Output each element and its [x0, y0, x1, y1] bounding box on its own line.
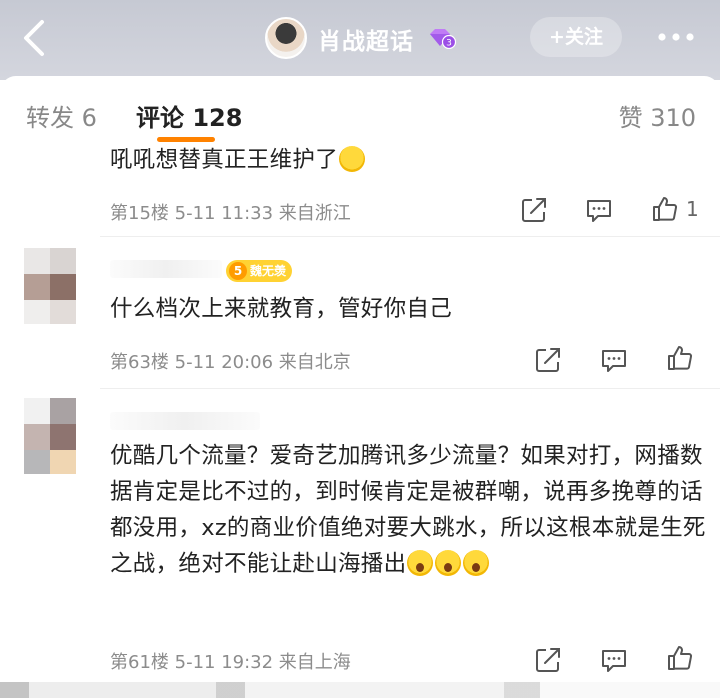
- comment-meta: 第61楼 5-11 19:32 来自上海: [110, 652, 351, 673]
- share-icon[interactable]: [533, 645, 563, 675]
- svg-text:3: 3: [446, 39, 452, 49]
- reply-icon[interactable]: [584, 195, 614, 225]
- reply-icon[interactable]: [599, 345, 629, 375]
- tab-like[interactable]: 赞 310: [619, 98, 696, 133]
- back-arrow-icon[interactable]: [18, 16, 52, 60]
- comment-text: 吼吼想替真正王维护了: [110, 142, 710, 178]
- tab-comment[interactable]: 评论 128: [136, 98, 242, 133]
- shocked-emoji-icon: [435, 550, 462, 576]
- username-blurred[interactable]: [110, 260, 222, 278]
- reply-icon[interactable]: [599, 645, 629, 675]
- avatar[interactable]: [24, 248, 76, 324]
- diamond-level-badge-icon: 3: [430, 29, 457, 49]
- shocked-emoji-icon: [463, 550, 490, 576]
- shocked-emoji-icon: [407, 550, 434, 576]
- divider: [100, 388, 720, 389]
- like-icon[interactable]: [665, 643, 695, 673]
- tab-repost[interactable]: 转发 6: [26, 98, 97, 133]
- supertopic-title[interactable]: 肖战超话: [318, 22, 414, 56]
- comment-meta: 第63楼 5-11 20:06 来自北京: [110, 352, 351, 373]
- like-count: 1: [686, 197, 699, 221]
- share-icon[interactable]: [533, 345, 563, 375]
- more-options-icon[interactable]: [654, 22, 698, 52]
- comment-item: 优酷几个流量？爱奇艺加腾讯多少流量？如果对打，网播数据肯定是比不过的，到时候肯定…: [0, 390, 720, 682]
- top-bar: 肖战超话 3 +关注: [0, 0, 720, 80]
- fan-level-badge: 5 魏无羡: [226, 260, 293, 282]
- next-comment-blurred: [0, 682, 720, 698]
- comment-item: 5 魏无羡 什么档次上来就教育，管好你自己 第63楼 5-11 20:06 来自北…: [0, 238, 720, 388]
- avatar[interactable]: [24, 398, 76, 474]
- like-icon[interactable]: [665, 343, 695, 373]
- divider: [100, 236, 720, 237]
- comment-text: 什么档次上来就教育，管好你自己: [110, 296, 453, 322]
- follow-button[interactable]: +关注: [530, 17, 622, 57]
- username-blurred[interactable]: [110, 412, 260, 430]
- share-icon[interactable]: [519, 195, 549, 225]
- comment-meta: 第15楼 5-11 11:33 来自浙江: [110, 203, 351, 224]
- like-icon[interactable]: [650, 194, 680, 224]
- supertopic-avatar[interactable]: [265, 17, 307, 59]
- comment-item: 吼吼想替真正王维护了 第15楼 5-11 11:33 来自浙江 1: [0, 140, 720, 240]
- comment-text: 优酷几个流量？爱奇艺加腾讯多少流量？如果对打，网播数据肯定是比不过的，到时候肯定…: [110, 443, 706, 577]
- wink-emoji-icon: [339, 146, 366, 172]
